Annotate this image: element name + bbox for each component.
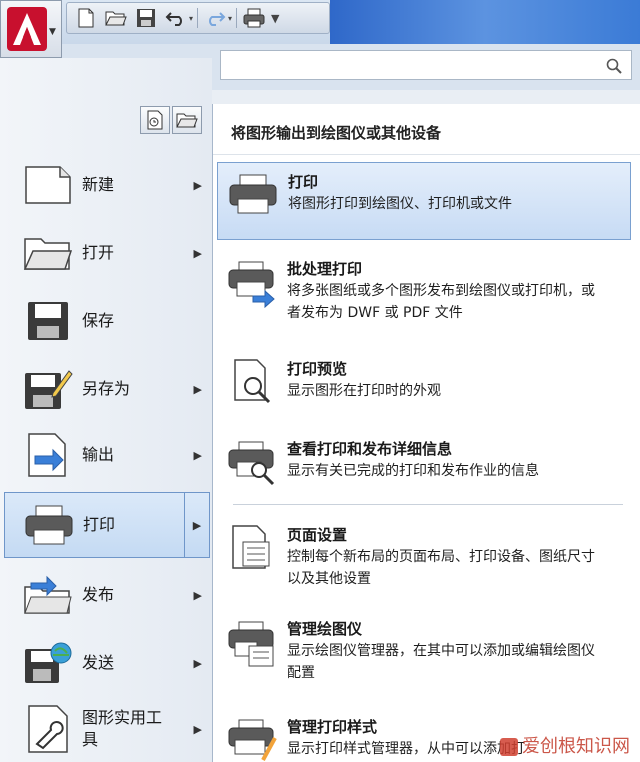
submenu-item-description: 将多张图纸或多个图形发布到绘图仪或打印机，或者发布为 DWF 或 PDF 文件 [287, 283, 595, 321]
menu-item-label: 输出 [82, 445, 115, 464]
menu-item-drawing-utilities[interactable]: 图形实用工具 ▶ [4, 696, 210, 762]
autocad-logo-icon [7, 7, 47, 51]
save-disk-icon [20, 296, 76, 346]
submenu-arrow-icon: ▶ [193, 656, 202, 670]
menu-item-label: 新建 [82, 175, 115, 194]
quick-access-toolbar: ▾ ▾ ▼ [66, 2, 330, 34]
submenu-item-description: 显示有关已完成的打印和发布作业的信息 [287, 463, 539, 479]
menu-item-new[interactable]: 新建 ▶ [4, 152, 210, 218]
submenu-header: 将图形输出到绘图仪或其他设备 [231, 124, 442, 142]
drawing-utilities-icon [20, 704, 76, 754]
watermark: 爱创根知识网 [500, 732, 630, 758]
batch-plot-icon [217, 250, 287, 330]
application-menu-button[interactable]: ▼ [0, 0, 62, 58]
submenu-item-page-setup[interactable]: 页面设置 控制每个新布局的页面布局、打印设备、图纸尺寸以及其他设置 [217, 516, 631, 598]
search-icon[interactable] [606, 58, 622, 74]
menu-item-label: 另存为 [82, 379, 131, 398]
submenu-arrow-icon: ▶ [193, 178, 202, 192]
menu-item-label: 保存 [82, 311, 115, 330]
menu-item-send[interactable]: 发送 ▶ [4, 630, 210, 696]
submenu-item-plot-preview[interactable]: 打印预览 显示图形在打印时的外观 [217, 350, 631, 410]
submenu-divider [233, 504, 623, 505]
submenu-item-title: 查看打印和发布详细信息 [287, 440, 453, 458]
new-file-icon [20, 160, 76, 210]
app-menu-dropdown-icon: ▼ [49, 27, 56, 37]
submenu-item-title: 打印预览 [287, 360, 348, 378]
plot-details-icon [217, 430, 287, 490]
menu-item-save-as[interactable]: 另存为 ▶ [4, 356, 210, 422]
header-divider [213, 154, 640, 155]
submenu-item-description: 控制每个新布局的页面布局、打印设备、图纸尺寸以及其他设置 [287, 549, 595, 587]
submenu-item-title: 打印 [288, 173, 319, 191]
submenu-item-title: 批处理打印 [287, 260, 363, 278]
menu-item-export[interactable]: 输出 ▶ [4, 422, 210, 488]
menu-item-label: 发布 [82, 585, 115, 604]
redo-icon[interactable] [202, 5, 228, 31]
toolbar-separator [197, 8, 199, 28]
plot-printer-icon[interactable] [241, 5, 267, 31]
printer-icon [218, 163, 288, 239]
send-icon [20, 638, 76, 688]
menu-item-open[interactable]: 打开 ▶ [4, 220, 210, 286]
watermark-text: 爱创根知识网 [522, 736, 630, 757]
menu-item-print[interactable]: 打印 ▶ [4, 492, 210, 558]
submenu-arrow-icon: ▶ [184, 493, 209, 557]
submenu-item-title: 管理绘图仪 [287, 620, 363, 638]
page-setup-icon [217, 516, 287, 598]
export-icon [20, 430, 76, 480]
menu-item-save[interactable]: 保存 [4, 288, 210, 354]
new-file-icon[interactable] [73, 5, 99, 31]
manage-plot-styles-icon [217, 708, 287, 762]
recent-documents-buttons [140, 106, 202, 134]
submenu-item-description: 将图形打印到绘图仪、打印机或文件 [288, 196, 512, 212]
submenu-item-description: 显示绘图仪管理器，在其中可以添加或编辑绘图仪配置 [287, 643, 595, 681]
submenu-arrow-icon: ▶ [193, 722, 202, 736]
print-submenu-pane: 将图形输出到绘图仪或其他设备 打印 将图形打印到绘图仪、打印机或文件 批处理打印… [212, 104, 640, 762]
undo-dropdown-icon[interactable]: ▾ [189, 14, 193, 23]
submenu-item-plot[interactable]: 打印 将图形打印到绘图仪、打印机或文件 [217, 162, 631, 240]
search-input[interactable] [220, 50, 632, 80]
plot-preview-icon [217, 350, 287, 410]
printer-icon [21, 500, 77, 550]
toolbar-separator [236, 8, 238, 28]
submenu-arrow-icon: ▶ [193, 246, 202, 260]
recent-documents-button[interactable] [140, 106, 170, 134]
save-disk-icon[interactable] [133, 5, 159, 31]
submenu-arrow-icon: ▶ [193, 382, 202, 396]
submenu-item-description: 显示图形在打印时的外观 [287, 383, 441, 399]
recent-documents-icon [147, 110, 163, 130]
save-as-icon [20, 364, 76, 414]
redo-dropdown-icon[interactable]: ▾ [228, 14, 232, 23]
submenu-item-title: 页面设置 [287, 526, 348, 544]
submenu-item-batch-plot[interactable]: 批处理打印 将多张图纸或多个图形发布到绘图仪或打印机，或者发布为 DWF 或 P… [217, 250, 631, 330]
open-folder-icon [20, 228, 76, 278]
title-bar-background [330, 0, 640, 44]
watermark-logo-icon [500, 738, 518, 756]
undo-icon[interactable] [163, 5, 189, 31]
open-documents-button[interactable] [172, 106, 202, 134]
submenu-item-plot-details[interactable]: 查看打印和发布详细信息 显示有关已完成的打印和发布作业的信息 [217, 430, 631, 490]
menu-item-label: 发送 [82, 653, 115, 672]
open-folder-icon[interactable] [103, 5, 129, 31]
open-documents-icon [176, 113, 198, 128]
submenu-item-manage-plotters[interactable]: 管理绘图仪 显示绘图仪管理器，在其中可以添加或编辑绘图仪配置 [217, 610, 631, 692]
customize-toolbar-dropdown-icon[interactable]: ▼ [271, 12, 279, 25]
publish-icon [20, 570, 76, 620]
manage-plotters-icon [217, 610, 287, 692]
menu-item-label: 打开 [82, 243, 115, 262]
submenu-arrow-icon: ▶ [193, 448, 202, 462]
submenu-arrow-icon: ▶ [193, 588, 202, 602]
menu-item-publish[interactable]: 发布 ▶ [4, 562, 210, 628]
menu-item-label: 图形实用工具 [82, 708, 163, 749]
menu-item-label: 打印 [83, 515, 116, 534]
